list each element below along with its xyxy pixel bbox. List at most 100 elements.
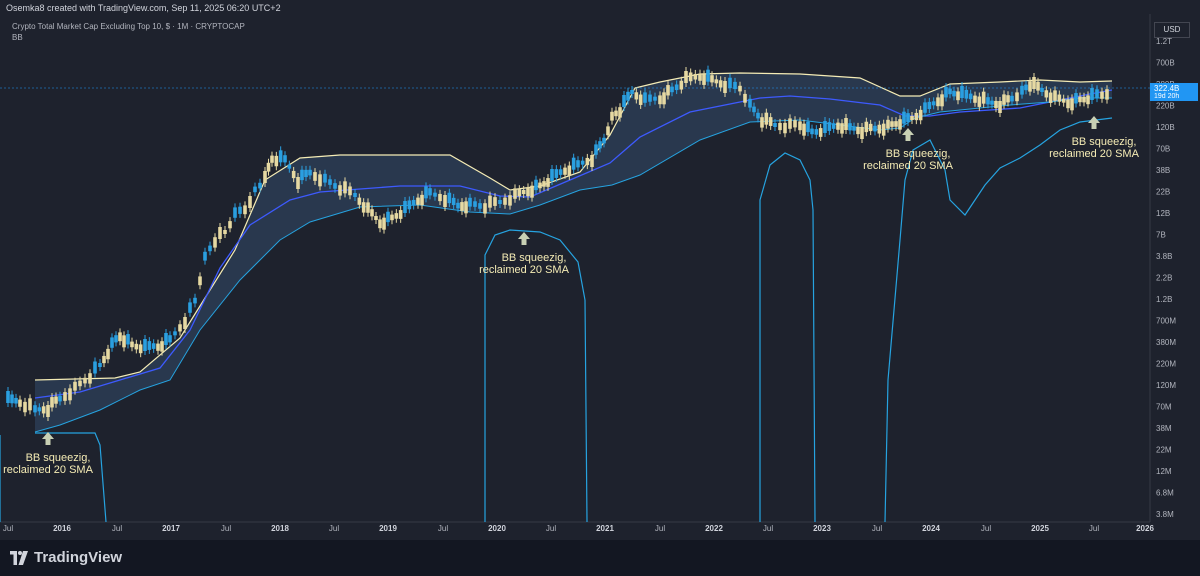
candle-body	[898, 119, 902, 130]
x-tick-label: Jul	[763, 524, 773, 533]
candle-body	[338, 185, 342, 196]
tradingview-brand: TradingView	[34, 549, 123, 566]
candle-body	[952, 90, 956, 97]
candle-body	[856, 126, 860, 135]
candle-body	[798, 121, 802, 131]
candle-body	[674, 84, 679, 91]
bb-basis-line	[34, 89, 1113, 399]
candle-body	[228, 221, 232, 229]
candle-body	[948, 88, 952, 95]
candle-body	[960, 86, 964, 98]
candle-body	[585, 157, 590, 166]
candle-body	[927, 101, 932, 110]
candle-body	[456, 202, 460, 209]
bandwidth-curve	[884, 117, 1113, 523]
candle-body	[760, 117, 764, 128]
footer-bar: TradingView	[0, 540, 1200, 576]
y-tick-label: 3.8B	[1156, 252, 1172, 261]
candle-body	[542, 181, 546, 187]
candle-body	[890, 121, 894, 127]
x-tick-label: Jul	[438, 524, 448, 533]
candle-body	[567, 165, 572, 176]
candle-body	[630, 90, 634, 94]
candle-body	[1074, 93, 1078, 104]
candle-body	[610, 111, 614, 121]
y-tick-label: 3.8M	[1156, 510, 1174, 519]
candle-body	[283, 155, 287, 163]
candle-body	[688, 72, 693, 82]
candle-body	[287, 164, 292, 169]
last-price-value: 322.4B	[1154, 84, 1180, 93]
candle-body	[353, 193, 357, 197]
candle-body	[823, 121, 827, 133]
candle-body	[576, 160, 580, 168]
candle-body	[178, 324, 182, 332]
candle-body	[460, 202, 464, 211]
candle-body	[1040, 88, 1044, 92]
candle-body	[208, 245, 212, 252]
candle-body	[902, 111, 906, 124]
candle-body	[382, 217, 386, 230]
candle-body	[666, 85, 670, 96]
candle-body	[296, 177, 300, 189]
candle-body	[1036, 81, 1040, 91]
candle-body	[308, 169, 312, 176]
currency-selector[interactable]: USD	[1154, 22, 1190, 38]
annotation-line2: reclaimed 20 SMA	[479, 264, 570, 276]
price-chart[interactable]: 1.2T700B380B220B120B70B38B22B12B7B3.8B2.…	[0, 0, 1200, 540]
candle-body	[37, 407, 42, 412]
candle-body	[1002, 94, 1006, 105]
y-tick-label: 700M	[1156, 317, 1176, 326]
candle-body	[370, 209, 374, 217]
candle-body	[468, 197, 472, 207]
arrow-up-icon	[518, 232, 530, 245]
candle-body	[411, 199, 416, 206]
candle-body	[768, 117, 773, 126]
candle-body	[733, 81, 737, 90]
candle-body	[366, 202, 370, 213]
y-tick-label: 220B	[1156, 102, 1175, 111]
candle-body	[706, 69, 710, 82]
candle-body	[1100, 91, 1104, 99]
candle-body	[743, 93, 747, 103]
candle-body	[233, 207, 237, 218]
candle-body	[343, 181, 347, 194]
candle-body	[788, 118, 792, 129]
candle-body	[443, 195, 447, 207]
candle-body	[110, 337, 114, 348]
candle-body	[827, 122, 832, 131]
candle-body	[653, 96, 657, 101]
candle-body	[1090, 88, 1094, 100]
x-tick-label: Jul	[112, 524, 122, 533]
candle-body	[304, 169, 308, 178]
y-tick-label: 70B	[1156, 145, 1170, 154]
candle-body	[778, 122, 782, 131]
candle-body	[193, 297, 197, 304]
candle-body	[973, 95, 977, 103]
y-tick-label: 700B	[1156, 59, 1175, 68]
candle-body	[877, 124, 882, 134]
y-tick-label: 22M	[1156, 446, 1172, 455]
candle-body	[58, 395, 62, 402]
candle-body	[1095, 89, 1099, 99]
x-tick-label: Jul	[221, 524, 231, 533]
candle-body	[1053, 90, 1057, 101]
arrow-up-icon	[42, 432, 54, 445]
candle-body	[998, 101, 1002, 113]
candle-body	[253, 186, 257, 193]
y-tick-label: 12B	[1156, 209, 1170, 218]
candle-body	[98, 363, 102, 367]
x-tick-label: 2018	[271, 524, 289, 533]
candle-body	[63, 392, 67, 401]
y-tick-label: 120M	[1156, 381, 1176, 390]
candle-body	[852, 126, 856, 131]
x-tick-label: Jul	[655, 524, 665, 533]
candle-body	[684, 71, 688, 83]
candle-body	[1032, 77, 1036, 89]
candle-body	[248, 196, 252, 208]
candle-body	[102, 355, 106, 364]
tradingview-logo[interactable]: TradingView	[10, 549, 122, 566]
candle-body	[756, 112, 760, 119]
candle-body	[580, 160, 585, 165]
candle-body	[590, 155, 594, 167]
